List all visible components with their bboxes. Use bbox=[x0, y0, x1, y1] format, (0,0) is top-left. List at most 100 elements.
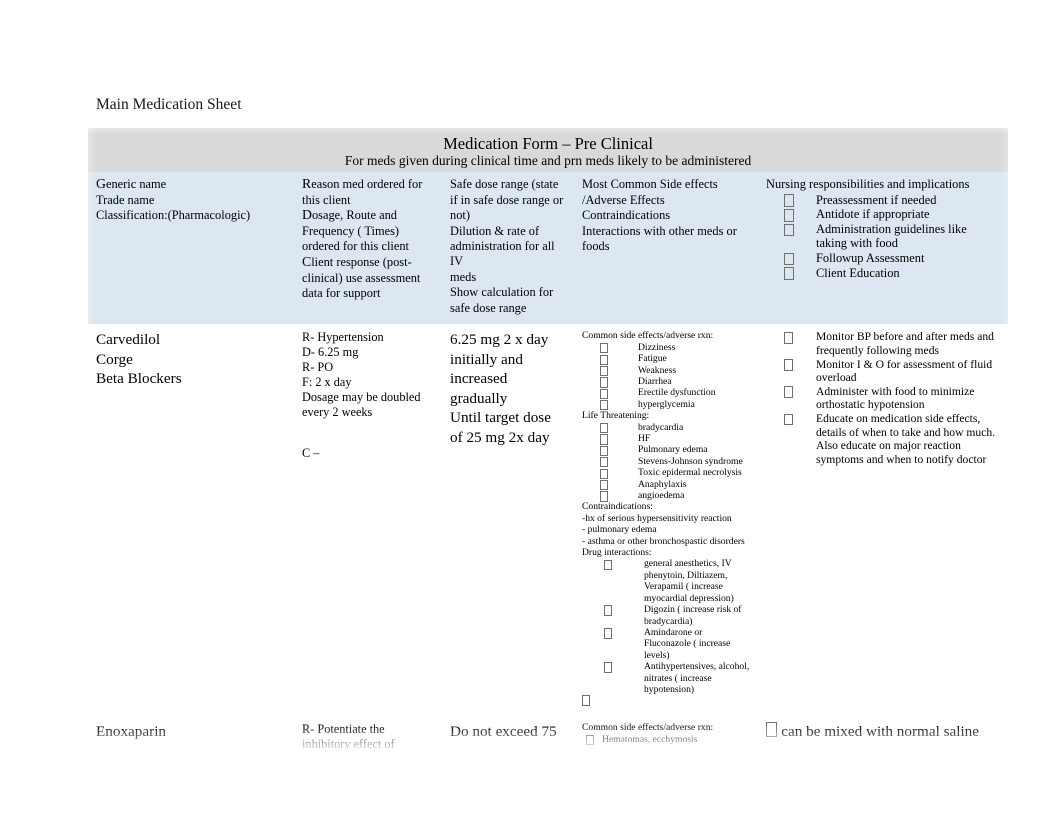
bullet-box-icon bbox=[600, 365, 608, 377]
header-side-l2: /Adverse Effects bbox=[582, 192, 665, 207]
contraindication-item: - asthma or other bronchospastic disorde… bbox=[582, 535, 745, 547]
list-item: Educate on medication side effects, deta… bbox=[766, 412, 1000, 466]
bullet-box-icon bbox=[784, 413, 794, 426]
bullet-box-icon bbox=[600, 400, 608, 411]
order-line: R- PO bbox=[302, 360, 334, 375]
bullet-box-icon bbox=[766, 722, 778, 738]
header-cell-dose-range: Safe dose range (state if in safe dose r… bbox=[442, 172, 574, 325]
life-threatening-heading: Life Threatening: bbox=[582, 410, 650, 422]
header-dose-l3: not) bbox=[450, 208, 470, 223]
header-dose-l2: if in safe dose range or bbox=[450, 192, 564, 207]
cell-drug-carvedilol: Carvedilol Corge Beta Blockers bbox=[88, 324, 294, 717]
common-side-effects-heading: Common side effects/adverse rxn: bbox=[582, 330, 714, 342]
list-item: general anesthetics, IV phenytoin, Dilti… bbox=[582, 558, 750, 604]
header-cell-drug: Generic name Trade name Classification:(… bbox=[88, 172, 294, 325]
cell-drug-enoxaparin: Enoxaparin bbox=[88, 716, 294, 761]
header-side-l1: Most Common Side effects bbox=[582, 177, 718, 191]
list-item: Fatigue bbox=[582, 353, 750, 365]
header-dose-l7: Show calculation for bbox=[450, 285, 554, 300]
cell-dose-range-enoxaparin: Do not exceed 75 bbox=[442, 716, 574, 761]
bullet-box-icon bbox=[600, 354, 608, 365]
list-item: Pulmonary edema bbox=[582, 444, 750, 456]
list-item: bradycardia bbox=[582, 422, 750, 434]
bullet-box-icon bbox=[604, 628, 612, 639]
list-item: Monitor I & O for assessment of fluid ov… bbox=[766, 358, 1000, 385]
list-item: Monitor BP before and after meds and fre… bbox=[766, 330, 1000, 357]
header-dose-l6: meds bbox=[450, 269, 477, 284]
list-item: Administer with food to minimize orthost… bbox=[766, 385, 1000, 412]
cell-nursing-enoxaparin: can be mixed with normal saline bbox=[758, 716, 1009, 761]
bullet-box-icon bbox=[784, 252, 794, 266]
header-side-l4: Interactions with other meds or bbox=[582, 223, 737, 238]
list-item: Client Education bbox=[766, 266, 1000, 281]
cell-nursing-carvedilol: Monitor BP before and after meds and fre… bbox=[758, 324, 1009, 717]
list-item: Amindarone or Fluconazole ( increase lev… bbox=[582, 627, 750, 661]
dose-line: of 25 mg 2x day bbox=[450, 428, 550, 446]
header-cell-nursing: Nursing responsibilities and implication… bbox=[758, 172, 1009, 325]
contraindication-item: -hx of serious hypersensitivity reaction bbox=[582, 512, 732, 524]
bullet-box-icon bbox=[600, 343, 608, 354]
list-item: Stevens-Johnson syndrome bbox=[582, 456, 750, 468]
list-item: Antihypertensives, alcohol, nitrates ( i… bbox=[582, 661, 750, 695]
medication-form-table-wrapper: Medication Form – Pre Clinical For meds … bbox=[88, 128, 1009, 761]
list-item: Erectile dysfunction bbox=[582, 387, 750, 399]
bullet-box-icon bbox=[600, 491, 608, 502]
table-row: Carvedilol Corge Beta Blockers R- Hypert… bbox=[88, 324, 1009, 717]
bullet-box-icon bbox=[600, 422, 608, 434]
header-reason-l4: Frequency ( Times) bbox=[302, 223, 400, 238]
dose-line: initially and bbox=[450, 350, 523, 368]
list-item: Hematomas, ecchymosis bbox=[582, 734, 750, 746]
list-item: Weakness bbox=[582, 365, 750, 377]
cell-dose-range-carvedilol: 6.25 mg 2 x day initially and increased … bbox=[442, 324, 574, 717]
header-reason-l5: ordered for this client bbox=[302, 239, 410, 254]
header-trade-name: Trade name bbox=[96, 192, 155, 207]
bullet-box-icon bbox=[600, 468, 608, 479]
cell-order-enoxaparin: R- Potentiate the inhibitory effect of bbox=[294, 716, 442, 761]
table-header-row: Generic name Trade name Classification:(… bbox=[88, 172, 1009, 325]
header-dose-l1: Safe dose range (state bbox=[450, 177, 559, 191]
dose-line: Until target dose bbox=[450, 409, 551, 427]
list-item: Administration guidelines like taking wi… bbox=[766, 222, 1000, 251]
bullet-box-icon bbox=[784, 223, 794, 237]
drug-classification: Beta Blockers bbox=[96, 370, 182, 388]
medication-form-table: Medication Form – Pre Clinical For meds … bbox=[88, 128, 1009, 761]
document-page: Main Medication Sheet Medication Form – … bbox=[0, 0, 1062, 822]
drug-generic-name: Carvedilol bbox=[96, 331, 161, 349]
order-line: D- 6.25 mg bbox=[302, 345, 359, 360]
order-line: R- Potentiate the bbox=[302, 722, 385, 737]
bullet-box-icon bbox=[784, 386, 794, 399]
header-reason-l1: Reason med ordered for bbox=[302, 176, 423, 191]
list-item: Followup Assessment bbox=[766, 251, 1000, 266]
header-side-l3: Contraindications bbox=[582, 208, 671, 223]
header-cell-side-effects: Most Common Side effects /Adverse Effect… bbox=[574, 172, 758, 325]
nursing-list: Monitor BP before and after meds and fre… bbox=[766, 330, 1000, 466]
list-item: HF bbox=[582, 433, 750, 445]
list-item: hyperglycemia bbox=[582, 399, 750, 411]
cell-order-carvedilol: R- Hypertension D- 6.25 mg R- PO F: 2 x … bbox=[294, 324, 442, 717]
dose-line: increased bbox=[450, 370, 508, 388]
bullet-box-icon bbox=[784, 208, 794, 222]
client-response: C – bbox=[302, 446, 320, 461]
drug-interactions-list: general anesthetics, IV phenytoin, Dilti… bbox=[582, 558, 750, 695]
bullet-box-icon bbox=[784, 359, 794, 372]
bullet-box-icon bbox=[586, 734, 594, 746]
bullet-box-icon bbox=[600, 388, 608, 399]
header-cell-reason: Reason med ordered for this client Dosag… bbox=[294, 172, 442, 325]
bullet-box-icon bbox=[784, 194, 794, 207]
form-title-cell: Medication Form – Pre Clinical For meds … bbox=[88, 128, 1009, 172]
bullet-box-icon bbox=[600, 377, 608, 388]
life-threatening-list: bradycardia HF Pulmonary edema Stevens-J… bbox=[582, 422, 750, 502]
list-item: angioedema bbox=[582, 490, 750, 502]
header-reason-l7: clinical) use assessment bbox=[302, 270, 421, 285]
form-subtitle: For meds given during clinical time and … bbox=[344, 153, 752, 168]
trailing-empty-bullet bbox=[582, 695, 750, 708]
header-nursing-heading: Nursing responsibilities and implication… bbox=[766, 177, 970, 191]
cell-side-effects-carvedilol: Common side effects/adverse rxn: Dizzine… bbox=[574, 324, 758, 717]
header-reason-l3: Dosage, Route and bbox=[302, 207, 397, 223]
drug-trade-name: Corge bbox=[96, 350, 133, 368]
table-title-row: Medication Form – Pre Clinical For meds … bbox=[88, 128, 1009, 172]
header-reason-l8: data for support bbox=[302, 286, 381, 301]
nursing-note: can be mixed with normal saline bbox=[766, 722, 1000, 742]
